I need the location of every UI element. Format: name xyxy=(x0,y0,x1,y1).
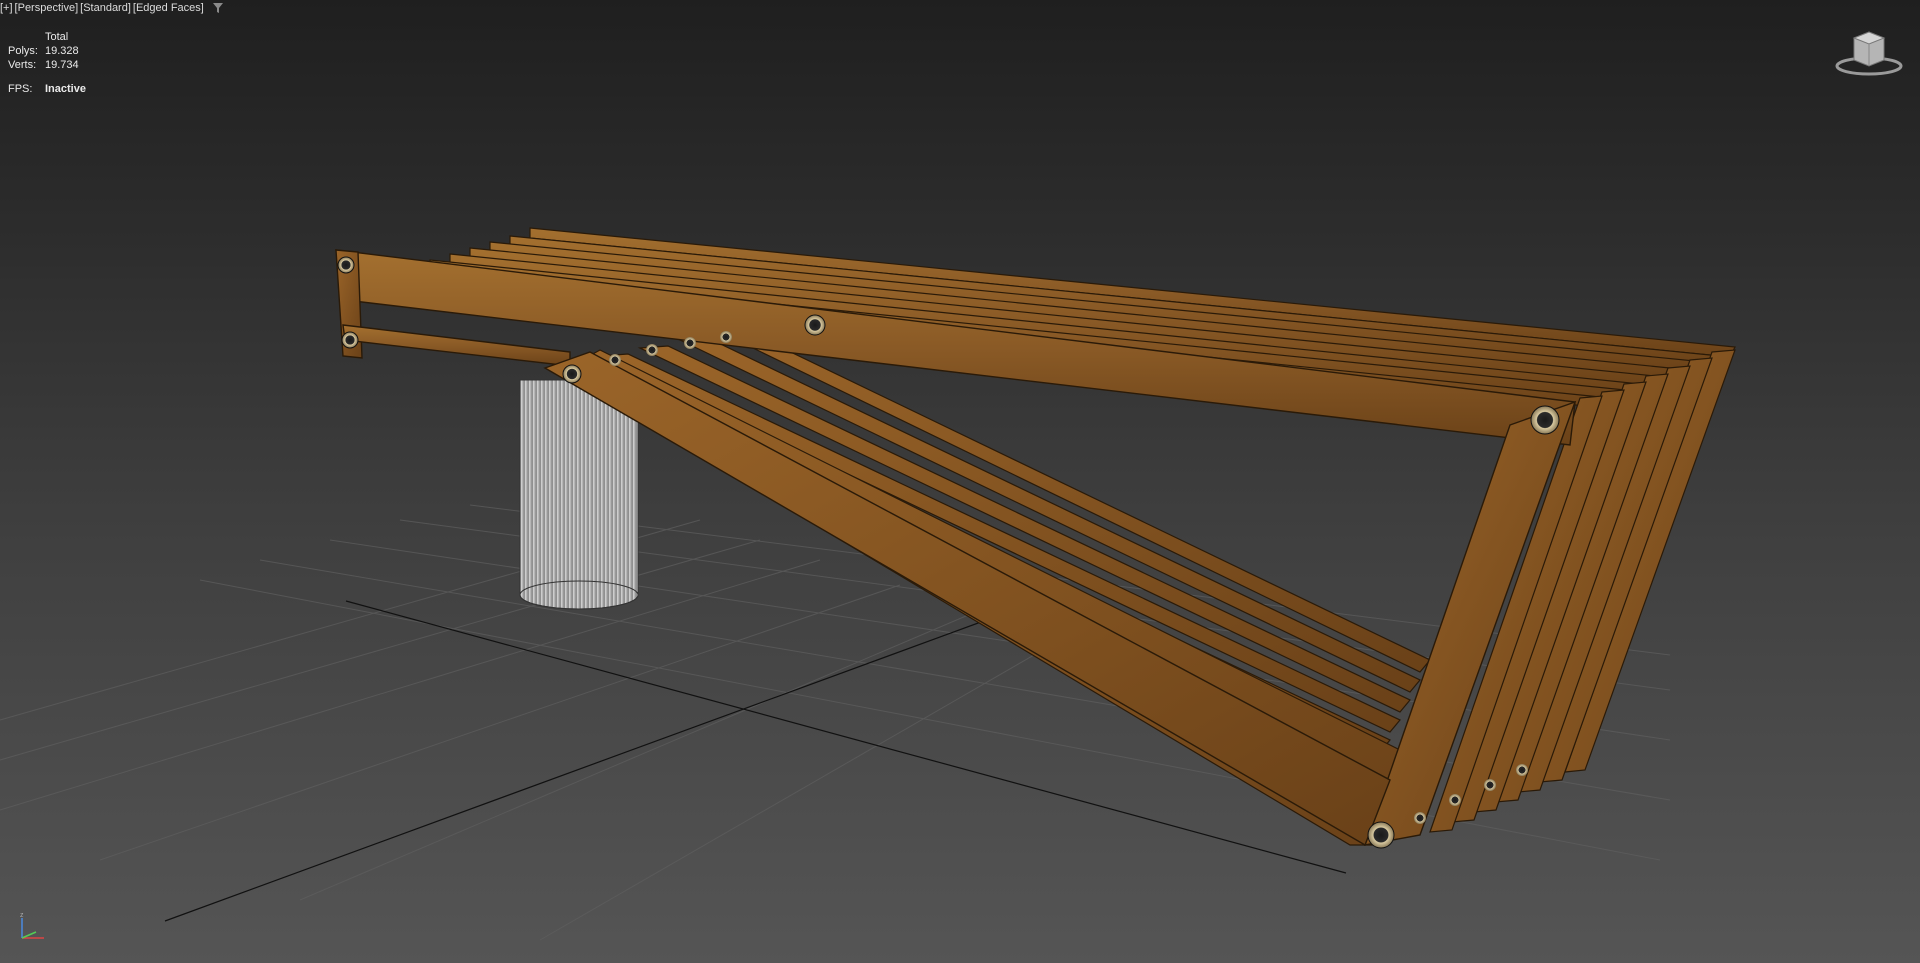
cylinder-object[interactable] xyxy=(519,379,639,610)
svg-text:z: z xyxy=(20,912,24,919)
viewcube-icon[interactable] xyxy=(1834,28,1904,78)
viewport-scene[interactable] xyxy=(0,0,1920,963)
axis-tripod-icon: z xyxy=(20,912,44,939)
